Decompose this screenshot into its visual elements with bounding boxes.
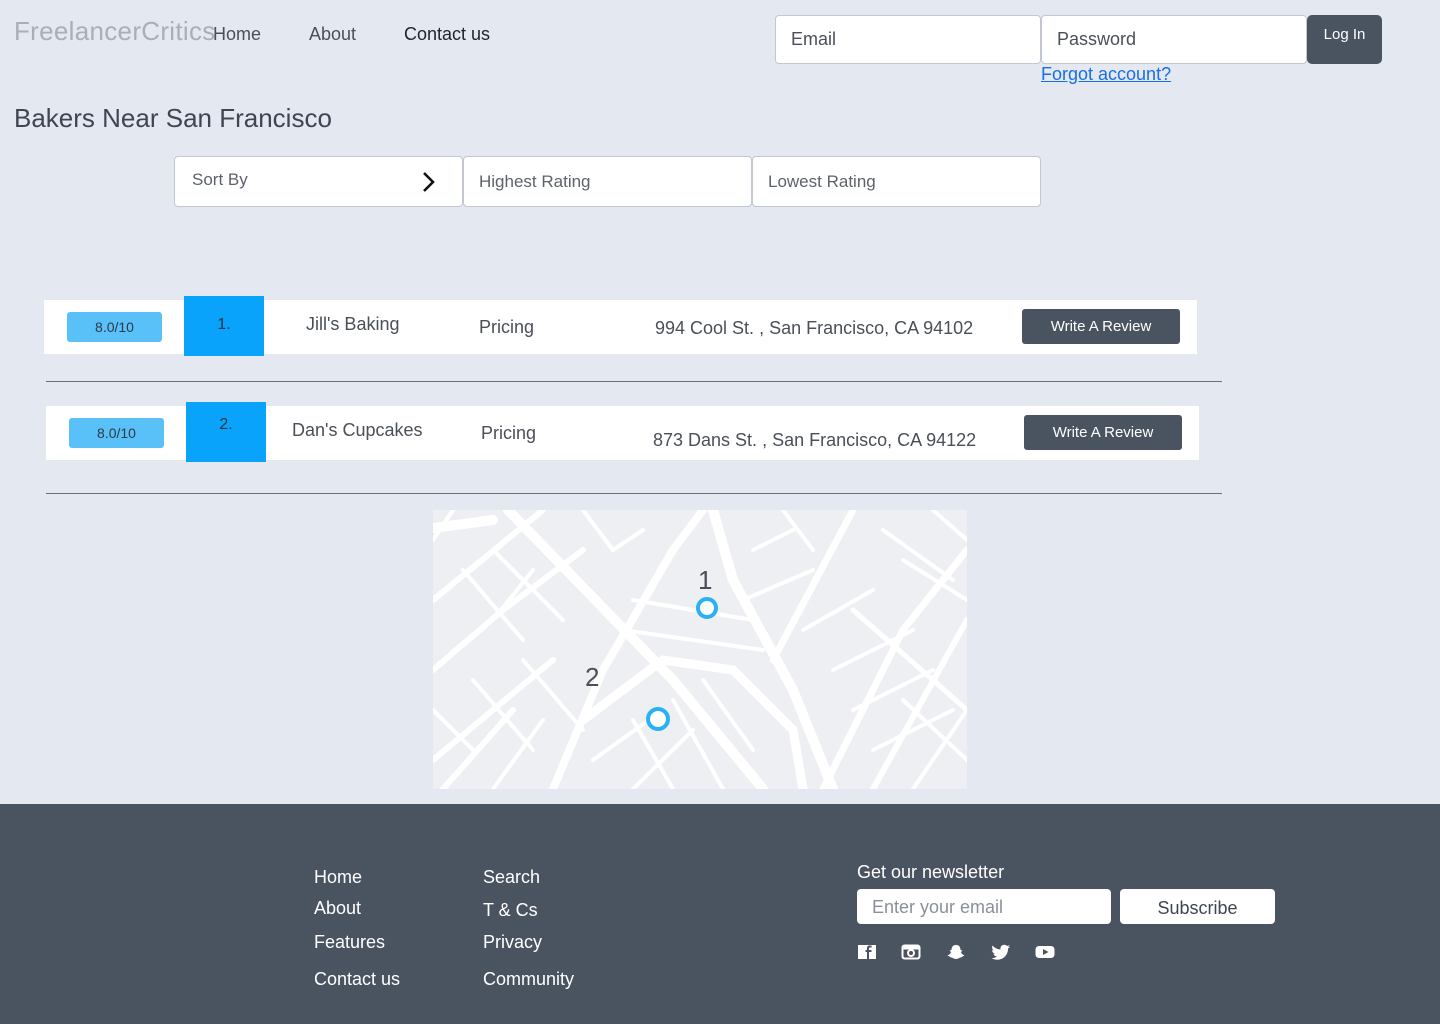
write-review-button[interactable]: Write A Review [1024,415,1182,450]
login-button[interactable]: Log In [1307,15,1382,64]
map-marker-label: 2 [585,662,600,692]
row-divider [46,381,1222,382]
footer-link-community[interactable]: Community [483,969,574,990]
nav-contact-us[interactable]: Contact us [404,24,490,45]
business-name[interactable]: Dan's Cupcakes [292,420,423,441]
footer-link-home[interactable]: Home [314,867,362,888]
nav-home[interactable]: Home [213,24,261,45]
page-title: Bakers Near San Francisco [14,103,332,133]
business-address: 873 Dans St. , San Francisco, CA 94122 [653,430,977,450]
result-row[interactable]: 8.0/10 1. Jill's Baking Pricing 994 Cool… [44,296,1197,356]
instagram-icon[interactable] [901,944,921,960]
footer-link-search[interactable]: Search [483,867,540,888]
subscribe-button[interactable]: Subscribe [1120,889,1275,924]
pricing-link[interactable]: Pricing [481,423,536,444]
newsletter-email-input[interactable]: Enter your email [857,889,1111,924]
sort-option-label: Highest Rating [479,171,591,191]
youtube-icon[interactable] [1035,944,1055,960]
newsletter-placeholder: Enter your email [872,897,1004,917]
sort-option-label: Lowest Rating [768,171,876,191]
password-field[interactable]: Password [1041,15,1307,64]
password-placeholder: Password [1057,29,1137,49]
forgot-account-link[interactable]: Forgot account? [1041,64,1171,85]
map-marker-label: 1 [698,565,713,595]
row-divider [46,493,1222,494]
newsletter-title: Get our newsletter [857,862,1005,882]
snapchat-icon[interactable] [946,944,966,960]
map-marker-pin[interactable] [646,707,670,731]
site-logo[interactable]: FreelancerCritics [14,16,216,47]
rating-badge: 8.0/10 [69,418,164,448]
twitter-icon[interactable] [991,944,1011,960]
chevron-right-icon [423,172,435,192]
footer-link-terms[interactable]: T & Cs [483,900,538,921]
sort-option-highest-rating[interactable]: Highest Rating [463,156,752,207]
facebook-icon[interactable] [857,944,877,960]
pricing-link[interactable]: Pricing [479,317,534,338]
business-address: 994 Cool St. , San Francisco, CA 94102 [655,318,974,338]
footer-link-features[interactable]: Features [314,932,385,953]
rating-badge: 8.0/10 [67,312,162,342]
sort-option-lowest-rating[interactable]: Lowest Rating [752,156,1041,207]
sort-by-label: Sort By [192,170,248,189]
email-field[interactable]: Email [775,15,1041,64]
rank-badge: 1. [184,296,264,356]
footer-link-privacy[interactable]: Privacy [483,932,542,953]
footer-link-contact-us[interactable]: Contact us [314,969,400,990]
business-name[interactable]: Jill's Baking [306,314,399,335]
write-review-button[interactable]: Write A Review [1022,309,1180,344]
nav-about[interactable]: About [309,24,356,45]
email-placeholder: Email [791,29,837,49]
map-streets [433,510,967,789]
rank-badge: 2. [186,402,266,462]
footer-link-about[interactable]: About [314,898,361,919]
sort-by-dropdown[interactable]: Sort By [174,156,463,207]
map[interactable]: 1 2 [433,510,967,789]
result-row[interactable]: 8.0/10 2. Dan's Cupcakes Pricing 873 Dan… [46,402,1199,462]
map-marker-pin[interactable] [696,597,718,619]
